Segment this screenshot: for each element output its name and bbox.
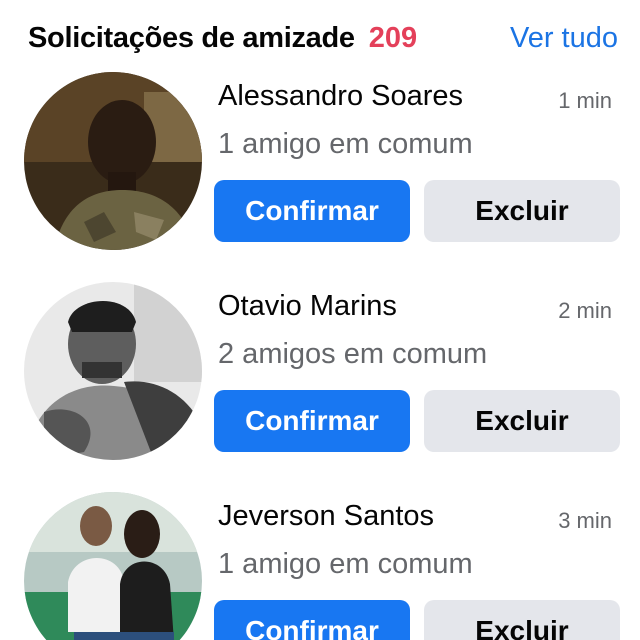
section-title: Solicitações de amizade [28,21,355,54]
confirm-button[interactable]: Confirmar [214,600,410,640]
confirm-button[interactable]: Confirmar [214,390,410,452]
profile-photo [24,282,202,460]
delete-button[interactable]: Excluir [424,180,620,242]
avatar[interactable] [24,282,202,460]
see-all-link[interactable]: Ver tudo [510,22,618,55]
mutual-friends-text[interactable]: 2 amigos em comum [218,338,487,371]
requester-name[interactable]: Jeverson Santos [218,500,434,533]
avatar[interactable] [24,492,202,640]
delete-button[interactable]: Excluir [424,600,620,640]
delete-button[interactable]: Excluir [424,390,620,452]
request-time: 1 min [558,88,612,113]
request-time: 3 min [558,508,612,533]
profile-photo [24,492,202,640]
avatar[interactable] [24,72,202,250]
friend-requests-header: Solicitações de amizade 209 Ver tudo [28,16,618,60]
confirm-button[interactable]: Confirmar [214,180,410,242]
friend-requests-panel: Solicitações de amizade 209 Ver tudo Ale… [0,0,640,640]
request-count-badge: 209 [368,21,418,54]
request-time: 2 min [558,298,612,323]
mutual-friends-text[interactable]: 1 amigo em comum [218,128,473,161]
requester-name[interactable]: Alessandro Soares [218,80,463,113]
profile-photo [24,72,202,250]
requester-name[interactable]: Otavio Marins [218,290,397,323]
mutual-friends-text[interactable]: 1 amigo em comum [218,548,473,581]
